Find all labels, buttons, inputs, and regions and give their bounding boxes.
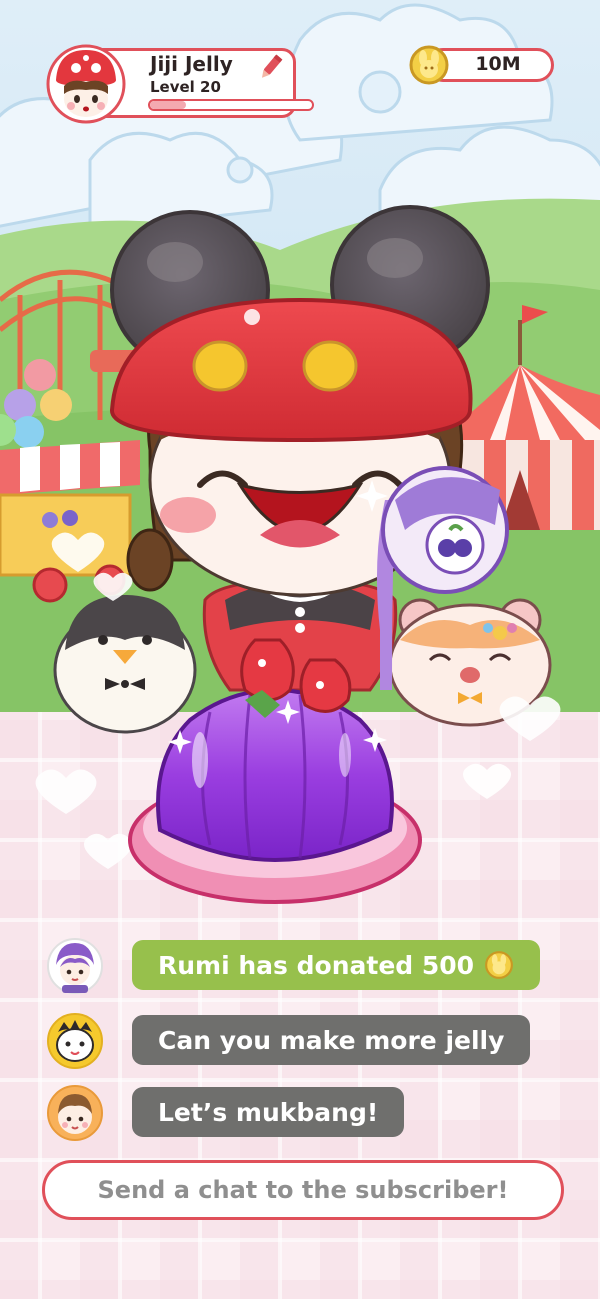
chat-text: Can you make more jelly (158, 1025, 505, 1055)
player-name: Jiji Jelly (150, 52, 233, 76)
chat-text: Let’s mukbang! (158, 1097, 379, 1127)
player-profile[interactable]: Jiji Jelly Level 20 (46, 44, 314, 124)
bunny-coin-icon (409, 45, 449, 85)
chat-avatar[interactable] (46, 1084, 104, 1142)
currency-display[interactable]: 10M (408, 44, 556, 86)
chat-bubble: Can you make more jelly (132, 1015, 531, 1065)
currency-amount: 10M (475, 53, 521, 75)
chat-avatar[interactable] (46, 1012, 104, 1070)
chat-avatar[interactable] (46, 937, 104, 995)
chat-input-container[interactable] (42, 1160, 564, 1220)
chat-input[interactable] (45, 1163, 561, 1217)
avatar-image (46, 44, 126, 124)
pencil-icon[interactable] (256, 52, 286, 82)
chat-bubble: Let’s mukbang! (132, 1087, 405, 1137)
xp-progress-bar (148, 99, 314, 111)
xp-progress-fill (150, 101, 186, 109)
player-level: Level 20 (150, 78, 221, 96)
player-avatar[interactable] (46, 44, 126, 124)
donation-bubble: Rumi has donated 500 (132, 940, 541, 990)
bunny-coin-icon (485, 951, 513, 979)
game-screen: Jiji Jelly Level 20 10M Rumi has donated… (0, 0, 600, 1299)
donation-text: Rumi has donated 500 (158, 950, 475, 980)
